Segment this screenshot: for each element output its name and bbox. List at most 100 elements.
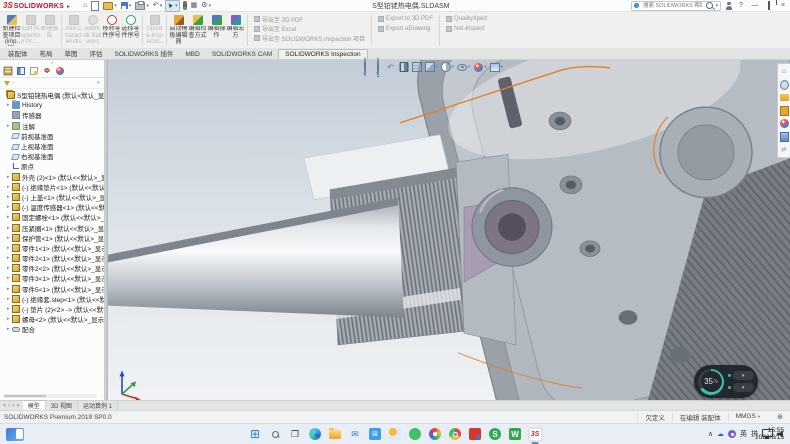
dropdown-caret-icon[interactable]: ▾ — [452, 64, 454, 70]
tab-nav-arrow-icon[interactable]: « — [3, 403, 6, 409]
ribbon-tab[interactable]: SOLIDWORKS 插件 — [109, 47, 180, 59]
search-scope-caret-icon[interactable]: ▾ — [715, 3, 718, 9]
taskbar-app-icon[interactable] — [328, 427, 343, 442]
tree-item[interactable]: ▸ 螺母<2> (默认<<默认>_显示状态 — [0, 314, 104, 324]
taskbar-app-icon[interactable]: ⊞ — [248, 427, 263, 442]
ribbon-menu-row[interactable]: 导出至 2D PDF — [254, 15, 365, 23]
panel-overflow-icon[interactable]: » — [97, 80, 100, 86]
task-pane-tab[interactable] — [780, 80, 789, 89]
taskbar-app-icon[interactable]: ❐ — [288, 427, 303, 442]
tree-item[interactable]: ▸ 零件3<1> (默认<<默认>_显示状态 — [0, 273, 104, 283]
tree-item[interactable]: ▸ 零件2<1> (默认<<默认>_显示状态 — [0, 253, 104, 263]
taskbar-app-icon[interactable]: ⊞ — [368, 427, 383, 442]
close-button[interactable]: × — [778, 2, 788, 9]
ribbon-button[interactable]: 编辑操作 — [207, 13, 226, 48]
quick-access-button[interactable]: ▾ — [120, 1, 133, 11]
ribbon-button[interactable]: 编辑宏方 — [226, 13, 245, 48]
task-pane-tab[interactable] — [780, 93, 789, 102]
tree-item[interactable]: ▸ 固定螺栓<1> (默认<<默认>_显示 — [0, 212, 104, 222]
ribbon-button[interactable]: 选择零件序号 — [121, 13, 140, 48]
menu-expand-arrow-icon[interactable]: ▸ — [67, 3, 70, 10]
taskbar-clock[interactable]: 15:55 2022/8/15 — [755, 427, 784, 442]
taskbar-app-icon[interactable] — [468, 427, 483, 442]
tree-item[interactable]: ▸ History — [0, 100, 104, 110]
status-item[interactable]: 在编辑 装配体 — [672, 413, 728, 421]
headsup-button[interactable] — [360, 62, 370, 72]
sign-in-icon[interactable] — [725, 2, 732, 10]
ribbon-menu-row[interactable]: QualityXpert — [446, 15, 487, 23]
ribbon-tab[interactable]: SOLIDWORKS Inspection — [278, 49, 368, 59]
tray-icon[interactable]: 英 — [740, 429, 747, 439]
headsup-button[interactable] — [373, 62, 383, 72]
search-icon[interactable] — [706, 2, 713, 9]
tree-item[interactable]: ▸ 右视基准面 — [0, 151, 104, 161]
panel-tab[interactable] — [3, 66, 13, 76]
tray-icon[interactable]: ∧ — [708, 430, 713, 438]
quick-access-button[interactable]: ↶ ▾ — [152, 1, 163, 11]
dropdown-caret-icon[interactable]: ▾ — [468, 64, 470, 70]
dropdown-caret-icon[interactable]: ▾ — [484, 64, 486, 70]
taskbar-app-icon[interactable] — [388, 427, 403, 442]
tree-item[interactable]: ▸ 保护管<1> (默认<<默认>_显示状 — [0, 233, 104, 243]
ribbon-tab[interactable]: 草图 — [59, 47, 84, 59]
ribbon-tab[interactable]: 装配体 — [2, 47, 34, 59]
headsup-button[interactable]: ↶ — [386, 62, 396, 72]
ribbon-button[interactable]: Add/Edit Balloons — [83, 13, 102, 48]
task-pane-tab[interactable] — [780, 106, 789, 115]
tree-item[interactable]: ▸ 零件2<2> (默认<<默认>_显示状态 — [0, 263, 104, 273]
headsup-button[interactable] — [473, 62, 483, 72]
panel-tab[interactable] — [29, 66, 39, 76]
tree-item[interactable]: ▸ 零件1<1> (默认<<默认>_显示状态 — [0, 243, 104, 253]
ribbon-menu-row[interactable]: 导出至 SOLIDWORKS Inspection 项目 — [254, 34, 365, 42]
tray-icon[interactable]: ☁ — [717, 430, 724, 438]
dropdown-caret-icon[interactable]: ▾ — [209, 3, 212, 9]
headsup-button[interactable] — [490, 62, 500, 72]
tray-icon[interactable] — [728, 430, 736, 438]
tree-item[interactable]: ▸ S型铂铑热电偶 (默认<默认_显示状态-1 — [0, 90, 104, 100]
status-item[interactable]: MMGS ▾ — [728, 413, 768, 421]
headsup-button[interactable] — [457, 62, 467, 72]
minimize-button[interactable]: — — [750, 2, 760, 9]
taskbar-app-icon[interactable]: S — [488, 427, 503, 442]
task-pane-tab[interactable] — [780, 132, 789, 141]
document-tab[interactable]: 运动算例 1 — [78, 401, 118, 410]
panel-tab[interactable] — [16, 66, 26, 76]
taskbar-app-icon[interactable] — [308, 427, 323, 442]
dropdown-caret-icon[interactable]: ▾ — [146, 3, 149, 9]
ribbon-menu-row[interactable]: 导出至 Excel — [254, 25, 365, 33]
ribbon-tab[interactable]: MBD — [179, 50, 205, 59]
ribbon-tab[interactable]: SOLIDWORKS CAM — [206, 50, 278, 59]
help-search-input[interactable] — [641, 2, 704, 10]
taskbar-app-icon[interactable]: 3S — [528, 427, 543, 442]
tree-item[interactable]: ▸ (-) 垫片 (2)<2> -> (默认<<默认>_ — [0, 304, 104, 314]
tab-nav-arrow-icon[interactable]: › — [12, 403, 14, 409]
ribbon-tab[interactable]: 布局 — [34, 47, 59, 59]
ribbon-button[interactable]: 移转零件序号 — [102, 13, 121, 48]
ribbon-menu-row[interactable]: Net-Inspect — [446, 25, 487, 33]
overlay-button-bottom[interactable]: ⏺ — [733, 383, 754, 392]
help-search-box[interactable]: ? ▾ — [631, 1, 721, 11]
3d-model-view[interactable] — [108, 60, 790, 400]
tree-item[interactable]: ▸ 前视基准面 — [0, 131, 104, 141]
dropdown-caret-icon[interactable]: ▾ — [114, 3, 117, 9]
tree-item[interactable]: ▸ (-) 上盖<1> (默认<<默认>_显示状 — [0, 192, 104, 202]
quick-access-button[interactable]: ⚙ ▾ — [200, 1, 212, 11]
panel-tab[interactable] — [55, 66, 65, 76]
tree-item[interactable]: ▸ 注解 — [0, 121, 104, 131]
task-pane-tab[interactable]: ⇄ — [780, 145, 789, 154]
tab-nav-arrow-icon[interactable]: » — [16, 403, 19, 409]
ribbon-button[interactable]: Add Characteristic — [64, 13, 83, 48]
dropdown-caret-icon[interactable]: ▾ — [129, 3, 132, 9]
tree-item[interactable]: ▸ 外壳 (2)<1> (默认<<默认>_显示状 — [0, 172, 104, 182]
panel-tab[interactable]: Φ — [42, 66, 52, 76]
ribbon-menu-row[interactable]: Export eDrawing — [378, 25, 433, 33]
document-tab[interactable]: 3D 视图 — [46, 401, 78, 410]
quick-access-button[interactable]: ▾ — [134, 1, 150, 11]
dropdown-caret-icon[interactable]: ▾ — [436, 64, 438, 70]
ribbon-menu-row[interactable]: Export to 3D PDF — [378, 15, 433, 23]
taskbar-app-icon[interactable]: ✉ — [348, 427, 363, 442]
ribbon-tab[interactable]: 评估 — [84, 47, 109, 59]
quick-access-button[interactable]: ▲ ▾ — [165, 0, 179, 12]
headsup-button[interactable] — [399, 62, 409, 72]
tree-item[interactable]: ▸ (-) 温度传感器<1> (默认<<默认>_ — [0, 202, 104, 212]
